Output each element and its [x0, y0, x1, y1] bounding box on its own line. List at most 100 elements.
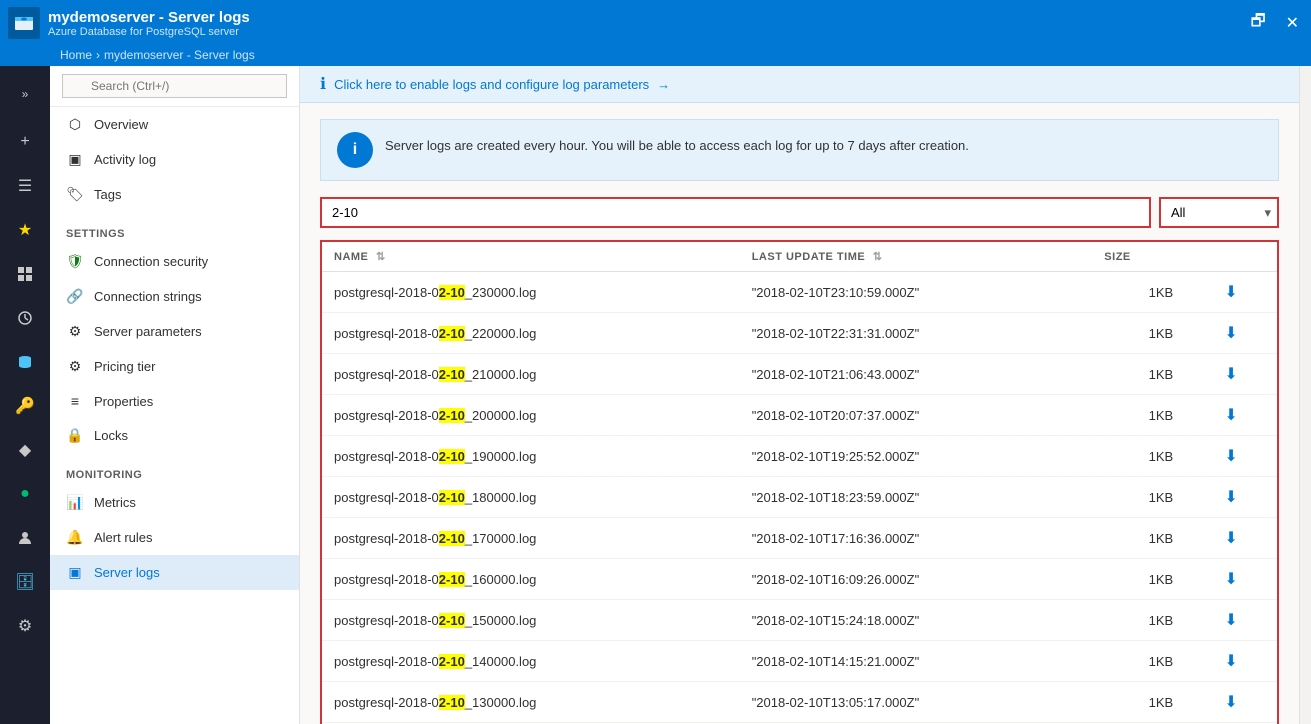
log-name-cell: postgresql-2018-02-10_210000.log — [321, 354, 740, 395]
log-name-cell: postgresql-2018-02-10_190000.log — [321, 436, 740, 477]
download-button[interactable]: ⬇ — [1218, 690, 1243, 714]
sidebar-item-properties[interactable]: ≡ Properties — [50, 384, 299, 418]
grid-icon[interactable] — [5, 254, 45, 294]
log-download-cell: ⬇ — [1185, 395, 1278, 436]
database-icon[interactable] — [5, 342, 45, 382]
log-size-cell: 1KB — [1092, 518, 1185, 559]
search-input[interactable] — [62, 74, 287, 98]
person-icon[interactable] — [5, 518, 45, 558]
sidebar-item-overview[interactable]: ⬡ Overview — [50, 107, 299, 142]
log-download-cell: ⬇ — [1185, 477, 1278, 518]
download-button[interactable]: ⬇ — [1218, 321, 1243, 345]
table-header-download — [1185, 241, 1278, 272]
sort-icon-name[interactable]: ⇅ — [376, 251, 386, 263]
filter-select-wrap: All Last hour Last day Last week ▾ — [1159, 197, 1279, 228]
scrollbar[interactable] — [1299, 66, 1311, 724]
log-time-cell: "2018-02-10T14:15:21.000Z" — [740, 641, 1093, 682]
download-button[interactable]: ⬇ — [1218, 444, 1243, 468]
table-header: NAME ⇅ LAST UPDATE TIME ⇅ SIZE — [321, 241, 1278, 272]
db2-icon[interactable]: 🗄 — [5, 562, 45, 602]
table-row: postgresql-2018-02-10_220000.log"2018-02… — [321, 313, 1278, 354]
table-row: postgresql-2018-02-10_140000.log"2018-02… — [321, 641, 1278, 682]
highlight-match: 2-10 — [439, 572, 465, 587]
download-button[interactable]: ⬇ — [1218, 608, 1243, 632]
sidebar-item-pricing-tier[interactable]: ⚙ Pricing tier — [50, 349, 299, 384]
sidebar-item-label: Connection security — [94, 254, 208, 269]
download-button[interactable]: ⬇ — [1218, 280, 1243, 304]
log-time-cell: "2018-02-10T22:31:31.000Z" — [740, 313, 1093, 354]
log-name-cell: postgresql-2018-02-10_180000.log — [321, 477, 740, 518]
filter-select[interactable]: All Last hour Last day Last week — [1159, 197, 1279, 228]
log-time-cell: "2018-02-10T18:23:59.000Z" — [740, 477, 1093, 518]
sidebar-item-activity-log[interactable]: ▣ Activity log — [50, 142, 299, 177]
table-row: postgresql-2018-02-10_200000.log"2018-02… — [321, 395, 1278, 436]
content-area: i Server logs are created every hour. Yo… — [300, 103, 1299, 724]
close-button[interactable]: ✕ — [1282, 9, 1303, 37]
log-time-cell: "2018-02-10T13:05:17.000Z" — [740, 682, 1093, 723]
monitoring-section-title: MONITORING — [50, 453, 299, 485]
download-button[interactable]: ⬇ — [1218, 403, 1243, 427]
info-banner-text: Click here to enable logs and configure … — [334, 77, 649, 92]
server-parameters-icon: ⚙ — [66, 323, 84, 340]
table-row: postgresql-2018-02-10_230000.log"2018-02… — [321, 272, 1278, 313]
sidebar-item-locks[interactable]: 🔒 Locks — [50, 418, 299, 453]
log-size-cell: 1KB — [1092, 641, 1185, 682]
key-icon[interactable]: 🔑 — [5, 386, 45, 426]
log-size-cell: 1KB — [1092, 682, 1185, 723]
topbar-actions: 🗗 ✕ — [1247, 6, 1303, 41]
sidebar-item-server-parameters[interactable]: ⚙ Server parameters — [50, 314, 299, 349]
highlight-match: 2-10 — [439, 654, 465, 669]
sidebar-item-connection-strings[interactable]: 🔗 Connection strings — [50, 279, 299, 314]
log-name-cell: postgresql-2018-02-10_220000.log — [321, 313, 740, 354]
sidebar-item-server-logs[interactable]: ▣ Server logs — [50, 555, 299, 590]
plus-icon[interactable]: + — [5, 122, 45, 162]
log-size-cell: 1KB — [1092, 559, 1185, 600]
download-button[interactable]: ⬇ — [1218, 526, 1243, 550]
info-box-text: Server logs are created every hour. You … — [385, 132, 969, 153]
sidebar-item-label: Locks — [94, 428, 128, 443]
sidebar-item-label: Pricing tier — [94, 359, 155, 374]
hamburger-icon[interactable]: ☰ — [5, 166, 45, 206]
topbar: mydemoserver - Server logs Azure Databas… — [0, 0, 1311, 46]
log-download-cell: ⬇ — [1185, 272, 1278, 313]
sidebar-item-tags[interactable]: 🏷 Tags — [50, 177, 299, 212]
breadcrumb-separator: › — [96, 48, 100, 62]
clock-icon[interactable] — [5, 298, 45, 338]
log-size-cell: 1KB — [1092, 272, 1185, 313]
sidebar-item-metrics[interactable]: 📊 Metrics — [50, 485, 299, 520]
app-icon — [8, 7, 40, 39]
circle-dot-icon[interactable]: ● — [5, 474, 45, 514]
info-banner-arrow: → — [657, 77, 670, 92]
log-download-cell: ⬇ — [1185, 354, 1278, 395]
log-name-cell: postgresql-2018-02-10_230000.log — [321, 272, 740, 313]
sort-icon-time[interactable]: ⇅ — [873, 251, 883, 263]
log-download-cell: ⬇ — [1185, 518, 1278, 559]
download-button[interactable]: ⬇ — [1218, 485, 1243, 509]
restore-button[interactable]: 🗗 — [1247, 6, 1270, 41]
table-body: postgresql-2018-02-10_230000.log"2018-02… — [321, 272, 1278, 724]
sidebar-expand-button[interactable]: » — [5, 74, 45, 114]
main-content: ℹ Click here to enable logs and configur… — [300, 66, 1299, 724]
filter-input[interactable] — [320, 197, 1151, 228]
sidebar-item-alert-rules[interactable]: 🔔 Alert rules — [50, 520, 299, 555]
log-name-cell: postgresql-2018-02-10_130000.log — [321, 682, 740, 723]
log-name-cell: postgresql-2018-02-10_170000.log — [321, 518, 740, 559]
download-button[interactable]: ⬇ — [1218, 362, 1243, 386]
log-time-cell: "2018-02-10T23:10:59.000Z" — [740, 272, 1093, 313]
info-banner[interactable]: ℹ Click here to enable logs and configur… — [300, 66, 1299, 103]
table-row: postgresql-2018-02-10_170000.log"2018-02… — [321, 518, 1278, 559]
highlight-match: 2-10 — [439, 367, 465, 382]
diamond-icon[interactable]: ◆ — [5, 430, 45, 470]
breadcrumb-home[interactable]: Home — [60, 48, 92, 62]
log-size-cell: 1KB — [1092, 313, 1185, 354]
highlight-match: 2-10 — [439, 408, 465, 423]
table-row: postgresql-2018-02-10_180000.log"2018-02… — [321, 477, 1278, 518]
star-icon[interactable]: ★ — [5, 210, 45, 250]
sidebar-item-connection-security[interactable]: 🛡 Connection security — [50, 244, 299, 279]
download-button[interactable]: ⬇ — [1218, 567, 1243, 591]
properties-icon: ≡ — [66, 393, 84, 409]
sidebar-item-label: Activity log — [94, 152, 156, 167]
highlight-match: 2-10 — [439, 531, 465, 546]
gear2-icon[interactable]: ⚙ — [5, 606, 45, 646]
download-button[interactable]: ⬇ — [1218, 649, 1243, 673]
